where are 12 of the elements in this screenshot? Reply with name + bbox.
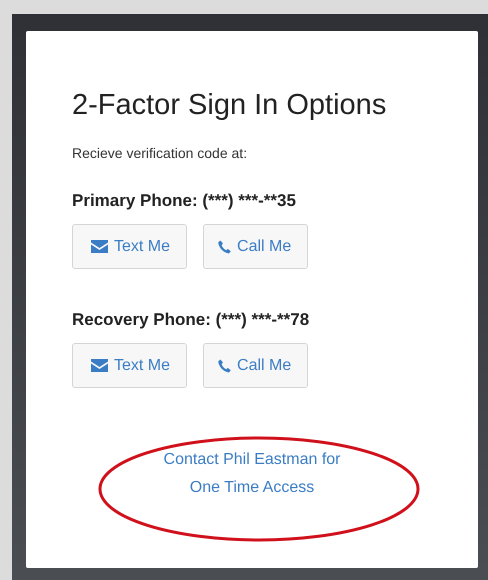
call-me-button[interactable]: Call Me: [203, 224, 308, 269]
phone-label: Primary Phone: (***) ***-**35: [72, 190, 297, 212]
phone-label: Recovery Phone: (***) ***-**78: [72, 309, 310, 331]
text-me-button[interactable]: Text Me: [72, 343, 188, 388]
envelope-icon: [91, 359, 108, 372]
instruction-text: Recieve verification code at:: [72, 144, 248, 163]
page-title: 2-Factor Sign In Options: [72, 88, 388, 123]
envelope-icon: [91, 240, 108, 253]
phone-icon: [218, 240, 232, 254]
phone-icon: [218, 358, 232, 372]
text-me-button[interactable]: Text Me: [72, 224, 188, 269]
call-me-button[interactable]: Call Me: [203, 343, 308, 388]
